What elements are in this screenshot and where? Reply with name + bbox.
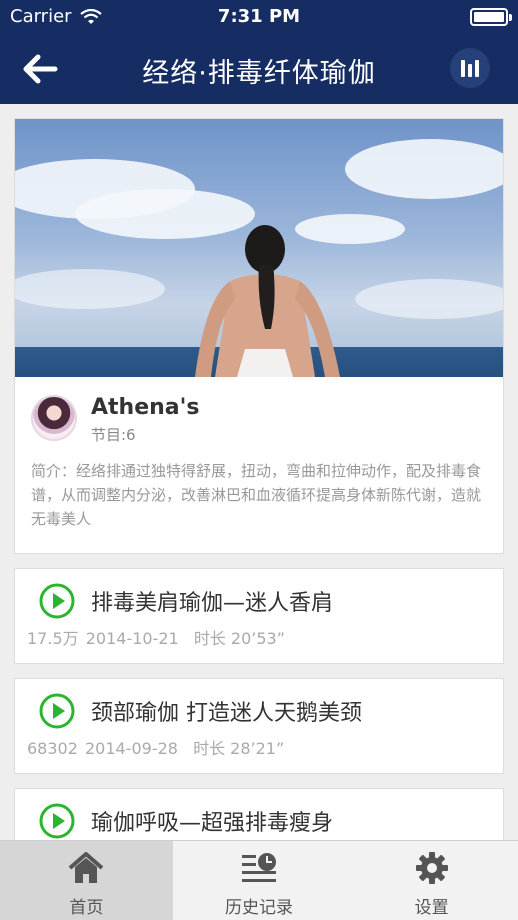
content-scroll-area[interactable]: Athena's 节目:6 简介：经络排通过独特得舒展，扭动，弯曲和拉伸动作，配… xyxy=(0,104,518,840)
episode-title: 排毒美肩瑜伽—迷人香肩 xyxy=(91,591,334,616)
battery-icon xyxy=(470,8,512,26)
back-arrow-icon[interactable] xyxy=(20,50,60,88)
episode-count: 节目:6 xyxy=(91,426,136,444)
now-playing-button[interactable] xyxy=(450,48,490,88)
album-description: 简介：经络排通过独特得舒展，扭动，弯曲和拉伸动作，配及排毒食谱，从而调整内分泌，… xyxy=(31,462,482,528)
tab-history-label: 历史记录 xyxy=(225,898,293,918)
episode-duration: 时长 20’53” xyxy=(193,629,285,648)
page-title: 经络·排毒纤体瑜伽 xyxy=(142,58,376,89)
home-icon xyxy=(69,852,104,883)
album-cover-image xyxy=(15,119,503,377)
play-icon[interactable] xyxy=(39,583,75,619)
episode-item[interactable]: 瑜伽呼吸—超强排毒瘦身 xyxy=(14,788,504,840)
episode-item[interactable]: 排毒美肩瑜伽—迷人香肩 17.5万 2014-10-21 时长 20’53” xyxy=(14,568,504,664)
tab-bar: 首页 历史记录 设置 xyxy=(0,840,518,920)
status-time: 7:31 PM xyxy=(217,6,301,27)
author-avatar[interactable] xyxy=(31,395,77,441)
navigation-bar: 经络·排毒纤体瑜伽 xyxy=(0,34,518,104)
equalizer-icon xyxy=(461,60,479,77)
tab-history[interactable]: 历史记录 xyxy=(173,841,346,920)
history-icon xyxy=(242,853,276,882)
status-bar: Carrier 7:31 PM xyxy=(0,0,518,34)
gear-icon xyxy=(415,852,448,884)
tab-home[interactable]: 首页 xyxy=(0,841,173,920)
tab-settings-label: 设置 xyxy=(414,898,449,918)
tab-settings[interactable]: 设置 xyxy=(345,841,518,920)
episode-title: 颈部瑜伽 打造迷人天鹅美颈 xyxy=(91,701,362,726)
publish-date: 2014-09-28 xyxy=(85,739,178,758)
episode-duration: 时长 28’21” xyxy=(193,739,285,758)
play-count: 17.5万 xyxy=(27,629,79,648)
publish-date: 2014-10-21 xyxy=(85,629,179,648)
play-icon[interactable] xyxy=(39,803,75,839)
album-header-card: Athena's 节目:6 简介：经络排通过独特得舒展，扭动，弯曲和拉伸动作，配… xyxy=(14,118,504,554)
play-icon[interactable] xyxy=(39,693,75,729)
play-count: 68302 xyxy=(27,739,78,758)
episode-meta: 68302 2014-09-28 时长 28’21” xyxy=(27,735,284,759)
episode-title: 瑜伽呼吸—超强排毒瘦身 xyxy=(91,811,334,836)
episode-item[interactable]: 颈部瑜伽 打造迷人天鹅美颈 68302 2014-09-28 时长 28’21” xyxy=(14,678,504,774)
episode-meta: 17.5万 2014-10-21 时长 20’53” xyxy=(27,625,285,649)
author-name: Athena's xyxy=(91,395,200,420)
tab-home-label: 首页 xyxy=(69,898,104,918)
